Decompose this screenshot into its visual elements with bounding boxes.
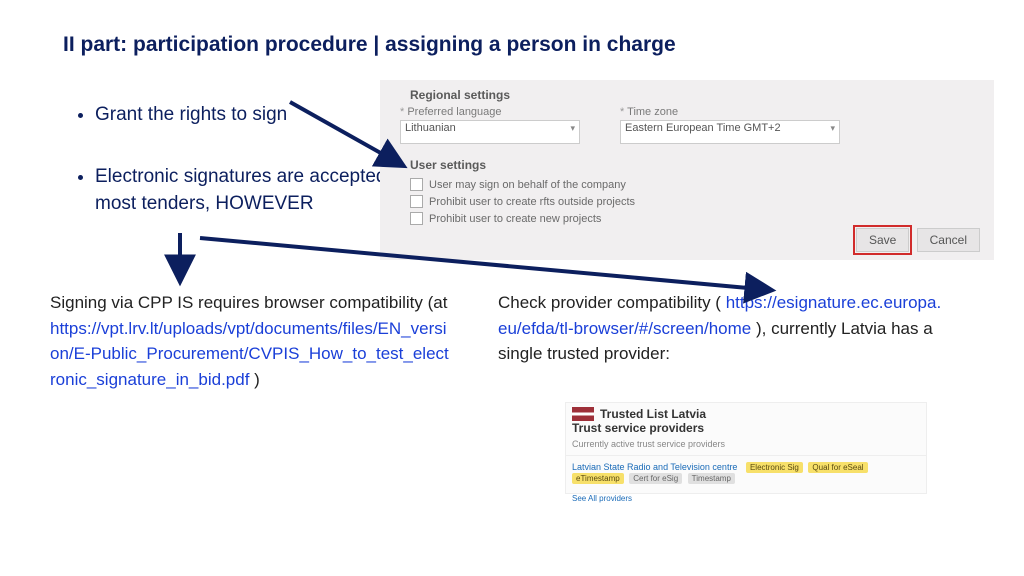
cancel-button[interactable]: Cancel	[917, 228, 980, 252]
settings-panel: Regional settings Preferred language Lit…	[380, 80, 994, 260]
provider-tag: Timestamp	[688, 473, 735, 484]
trusted-provider-row: Latvian State Radio and Television centr…	[566, 456, 926, 490]
trusted-list-title: Trusted List Latvia	[600, 407, 706, 421]
slide-title: II part: participation procedure | assig…	[63, 33, 676, 57]
left-text-pre: Signing via CPP IS requires browser comp…	[50, 293, 447, 312]
time-zone-select[interactable]: Eastern European Time GMT+2	[620, 120, 840, 144]
checkbox-icon	[410, 195, 423, 208]
see-all-providers-link[interactable]: See All providers	[566, 490, 926, 507]
checkbox-prohibit-rfts[interactable]: Prohibit user to create rfts outside pro…	[380, 193, 994, 210]
right-text-pre: Check provider compatibility (	[498, 293, 721, 312]
provider-tag: Qual for eSeal	[808, 462, 867, 473]
bullet-list: Grant the rights to sign Electronic sign…	[55, 101, 415, 252]
checkbox-sign-on-behalf[interactable]: User may sign on behalf of the company	[380, 176, 994, 193]
trusted-list-panel: Trusted List Latvia Trust service provid…	[565, 402, 927, 494]
left-text-post: )	[254, 370, 260, 389]
bullet-electronic-sig: Electronic signatures are accepted in mo…	[95, 163, 415, 218]
provider-tag: Electronic Sig	[746, 462, 803, 473]
checkbox-icon	[410, 178, 423, 191]
provider-tag: Cert for eSig	[629, 473, 682, 484]
save-button[interactable]: Save	[856, 228, 909, 252]
checkbox-label: Prohibit user to create rfts outside pro…	[429, 196, 635, 208]
preferred-language-label: Preferred language	[400, 106, 580, 118]
right-paragraph: Check provider compatibility ( https://e…	[498, 290, 948, 367]
trusted-list-caption: Currently active trust service providers	[566, 437, 926, 456]
time-zone-label: Time zone	[620, 106, 840, 118]
provider-tag: eTimestamp	[572, 473, 624, 484]
trusted-provider-name[interactable]: Latvian State Radio and Television centr…	[572, 462, 737, 472]
regional-settings-heading: Regional settings	[380, 80, 994, 106]
bullet-grant-rights: Grant the rights to sign	[95, 101, 415, 129]
left-paragraph: Signing via CPP IS requires browser comp…	[50, 290, 450, 392]
checkbox-label: Prohibit user to create new projects	[429, 213, 601, 225]
checkbox-prohibit-projects[interactable]: Prohibit user to create new projects	[380, 210, 994, 227]
checkbox-label: User may sign on behalf of the company	[429, 179, 626, 191]
checkbox-icon	[410, 212, 423, 225]
trusted-list-subtitle: Trust service providers	[566, 421, 926, 437]
user-settings-heading: User settings	[380, 150, 994, 176]
preferred-language-select[interactable]: Lithuanian	[400, 120, 580, 144]
cpp-is-test-link[interactable]: https://vpt.lrv.lt/uploads/vpt/documents…	[50, 319, 449, 389]
latvia-flag-icon	[572, 407, 594, 421]
